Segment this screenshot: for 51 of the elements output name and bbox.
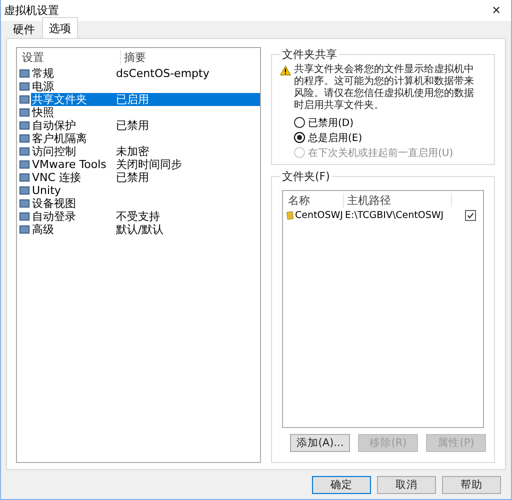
settings-row[interactable]: Unity [31,184,260,198]
folder-button[interactable]: 添加(A)... [290,434,350,452]
radio-label[interactable]: 已禁用(D) [308,116,354,130]
dialog-button[interactable]: 帮助 [442,476,501,494]
setting-icon [19,120,30,132]
column-header[interactable]: 名称 [285,192,343,208]
group-title: 文件夹共享 [281,47,338,62]
setting-icon [19,94,30,106]
folder-icon [286,210,294,221]
radio-button[interactable] [294,132,305,144]
setting-icon [19,159,30,170]
warning-icon [280,65,291,76]
close-button[interactable]: ✕ [488,4,505,18]
settings-row[interactable]: VMware Tools 关闭时间同步 [31,158,260,172]
settings-row[interactable]: 高级 默认/默认 [31,223,260,236]
setting-icon [19,81,30,92]
dialog-button[interactable]: 确定 [312,476,371,494]
group-title: 文件夹(F) [281,169,331,184]
column-header[interactable]: 主机路径 [343,192,451,208]
settings-row[interactable]: 客户机隔离 [31,132,260,146]
warning-text: 共享文件夹会将您的文件显示给虚拟机中的程序。这可能为您的计算机和数据带来风险。请仅在您信任虚拟机使用您的数据时启用共享文件夹。 [294,64,475,112]
settings-row[interactable]: 自动登录 不受支持 [31,210,260,224]
setting-icon [19,146,30,158]
settings-row[interactable]: 访问控制 未加密 [31,145,260,158]
setting-icon [19,198,30,210]
settings-row[interactable]: 设备视图 [31,197,260,210]
settings-row[interactable]: 自动保护 已禁用 [31,119,260,132]
folder-path: E:\TCGBIV\CentOSWJ [345,210,445,221]
column-header[interactable]: 设置 [19,50,120,66]
settings-row[interactable]: 电源 [31,80,260,94]
setting-icon [19,224,30,236]
setting-icon [19,68,30,80]
dialog-button[interactable]: 取消 [377,476,436,494]
settings-row[interactable]: 快照 [31,106,260,120]
checkbox[interactable] [465,210,476,221]
settings-row[interactable]: 常规 dsCentOS-empty [31,67,260,80]
folder-name: CentOSWJ [295,210,344,221]
window-title: 虚拟机设置 [4,3,59,18]
settings-row[interactable]: 共享文件夹 已启用 [31,93,260,106]
settings-row[interactable]: VNC 连接 已禁用 [31,171,260,184]
tab[interactable]: 硬件 [6,20,42,38]
tab[interactable]: 选项 [42,17,78,38]
radio-label: 在下次关机或挂起前一直启用(U) [308,146,454,160]
setting-icon [19,185,30,196]
setting-icon [19,107,30,118]
column-header[interactable]: 摘要 [120,50,146,66]
setting-icon [19,211,30,222]
radio-label[interactable]: 总是启用(E) [308,130,362,145]
setting-icon [19,172,30,184]
setting-icon [19,133,30,144]
radio-button[interactable] [294,117,305,128]
